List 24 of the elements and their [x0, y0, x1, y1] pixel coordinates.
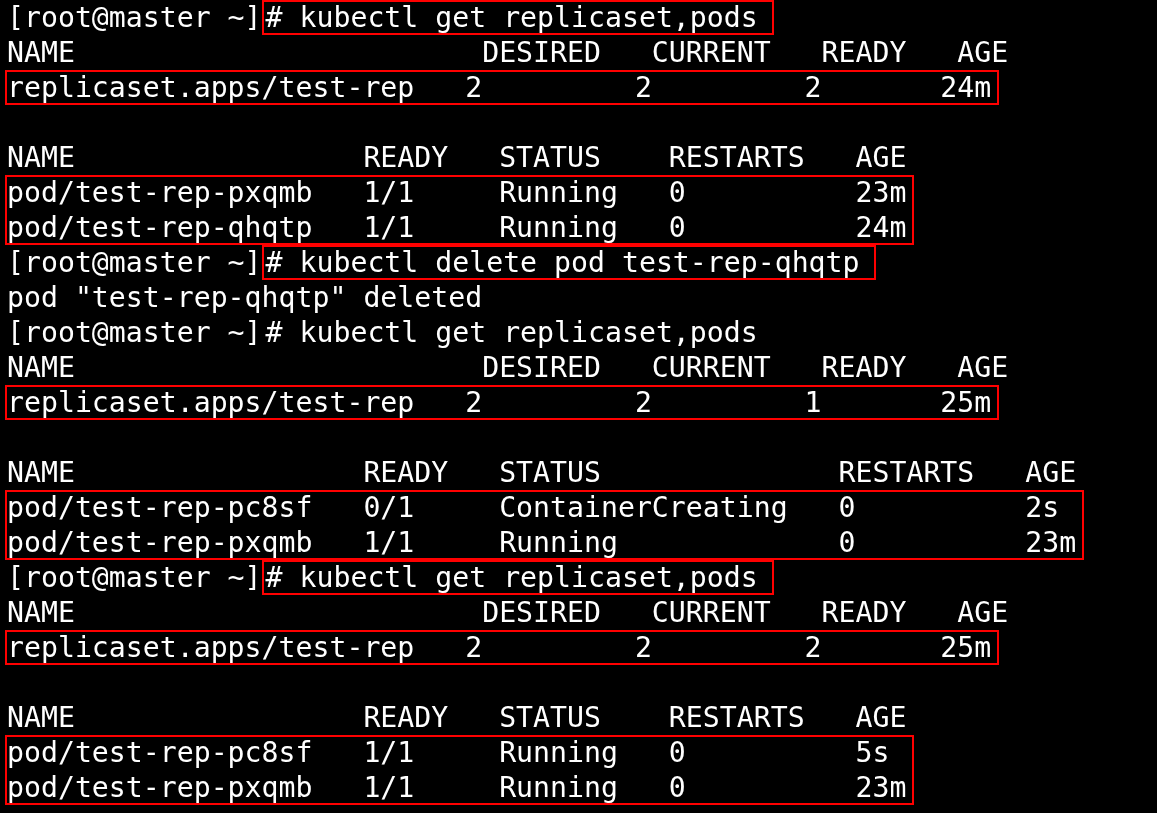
output-line: pod/test-rep-pxqmb 1/1 Running 0 23m: [6, 770, 907, 805]
shell-prompt: [root@master ~]: [7, 561, 262, 594]
highlighted-command: # kubectl get replicaset,pods: [261, 560, 774, 595]
shell-prompt: [root@master ~]: [7, 1, 262, 34]
output-line: replicaset.apps/test-rep 2 2 2 24m: [6, 70, 992, 105]
output-line: replicaset.apps/test-rep 2 2 1 25m: [6, 385, 992, 420]
output-line: replicaset.apps/test-rep 2 2 2 25m: [6, 630, 992, 665]
output-line: NAME READY STATUS RESTARTS AGE: [6, 140, 907, 175]
output-line: pod "test-rep-qhqtp" deleted: [6, 280, 483, 315]
output-line: NAME DESIRED CURRENT READY AGE: [6, 595, 1009, 630]
output-line: pod/test-rep-pxqmb 1/1 Running 0 23m: [6, 175, 907, 210]
highlighted-command: # kubectl delete pod test-rep-qhqtp: [261, 245, 876, 280]
output-line: NAME READY STATUS RESTARTS AGE: [6, 455, 1077, 490]
output-line: pod/test-rep-pxqmb 1/1 Running 0 23m: [6, 525, 1077, 560]
shell-prompt: [root@master ~]: [7, 316, 262, 349]
highlighted-command: # kubectl get replicaset,pods: [261, 0, 774, 35]
output-line: NAME DESIRED CURRENT READY AGE: [6, 350, 1009, 385]
output-line: NAME READY STATUS RESTARTS AGE: [6, 700, 907, 735]
output-line: NAME DESIRED CURRENT READY AGE: [6, 35, 1009, 70]
output-line: pod/test-rep-pc8sf 0/1 ContainerCreating 0 2s: [6, 490, 1061, 525]
command-text: # kubectl get replicaset,pods: [264, 315, 759, 350]
output-line: pod/test-rep-pc8sf 1/1 Running 0 5s: [6, 735, 891, 770]
output-line: pod/test-rep-qhqtp 1/1 Running 0 24m: [6, 210, 907, 245]
shell-prompt: [root@master ~]: [7, 246, 262, 279]
